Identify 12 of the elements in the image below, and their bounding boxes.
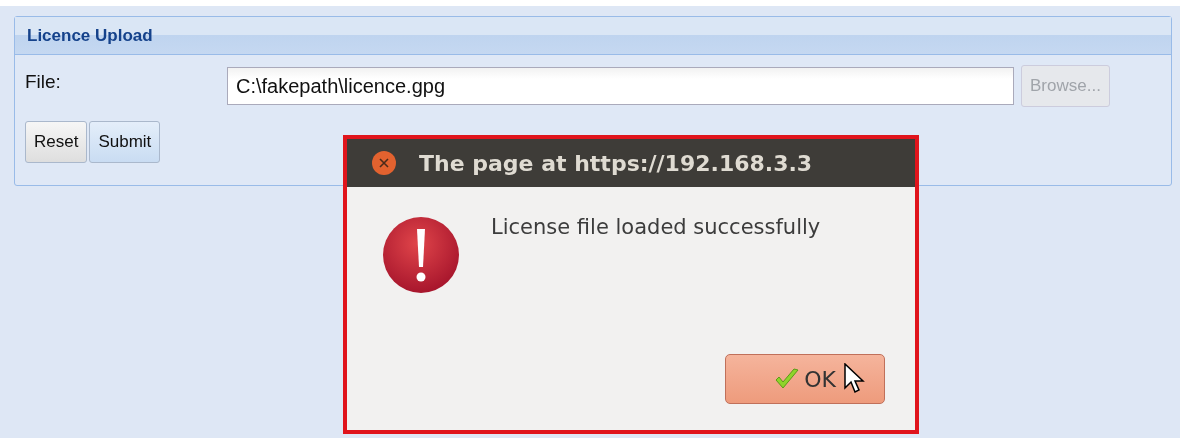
file-field[interactable]: C:\fakepath\licence.gpg [227,67,1014,105]
close-icon[interactable] [371,150,397,176]
submit-button[interactable]: Submit [89,121,161,163]
exclamation-icon [381,215,461,295]
file-label: File: [25,71,62,93]
checkmark-icon [774,367,801,391]
cursor-icon [844,363,866,395]
reset-button[interactable]: Reset [25,121,88,163]
panel-title: Licence Upload [27,26,153,45]
dialog-message: License file loaded successfully [491,215,821,241]
dialog-title: The page at https://192.168.3.3 [419,150,813,176]
ok-button[interactable]: OK [725,354,885,404]
